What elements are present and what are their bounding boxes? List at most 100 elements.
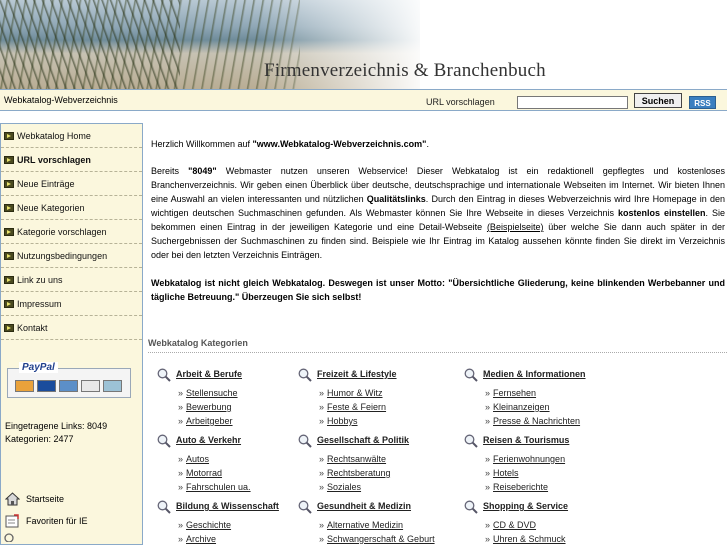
arrow-glyph: » bbox=[178, 388, 184, 398]
motto-text: Webkatalog ist nicht gleich Webkatalog. … bbox=[151, 278, 725, 302]
subcategory-item: » Feste & Feiern bbox=[319, 400, 386, 414]
subcategory-link[interactable]: Ferienwohnungen bbox=[493, 454, 565, 464]
subcategory-list: » Geschichte » Archive bbox=[178, 518, 231, 545]
magnifier-icon bbox=[157, 368, 171, 382]
subcategory-list: » Autos » Motorrad » Fahrschulen ua. bbox=[178, 452, 251, 494]
subcategory-link[interactable]: Presse & Nachrichten bbox=[493, 416, 580, 426]
subcategory-link[interactable]: Arbeitgeber bbox=[186, 416, 233, 426]
magnifier-icon bbox=[298, 434, 312, 448]
category-title[interactable]: Arbeit & Berufe bbox=[176, 369, 242, 379]
subcategory-link[interactable]: Uhren & Schmuck bbox=[493, 534, 566, 544]
subcategory-item: » Reiseberichte bbox=[485, 480, 565, 494]
sidebar-item-label: Nutzungsbedingungen bbox=[17, 250, 108, 261]
sidebar-item-neue-eintraege[interactable]: Neue Einträge bbox=[1, 172, 142, 196]
subcategory-list: » Fernsehen » Kleinanzeigen » Presse & Nach… bbox=[485, 386, 580, 428]
sidebar-item-nutzungsbedingungen[interactable]: Nutzungsbedingungen bbox=[1, 244, 142, 268]
subcategory-link[interactable]: Autos bbox=[186, 454, 209, 464]
arrow-glyph: » bbox=[178, 416, 184, 426]
subcategory-item: » Rechtsanwälte bbox=[319, 452, 391, 466]
subcategory-link[interactable]: Motorrad bbox=[186, 468, 222, 478]
subcategory-item: » Archive bbox=[178, 532, 231, 545]
category-title[interactable]: Gesellschaft & Politik bbox=[317, 435, 409, 445]
sidebar-item-neue-kategorien[interactable]: Neue Kategorien bbox=[1, 196, 142, 220]
sidebar-item-impressum[interactable]: Impressum bbox=[1, 292, 142, 316]
subcategory-link[interactable]: CD & DVD bbox=[493, 520, 536, 530]
subcategory-item: » CD & DVD bbox=[485, 518, 566, 532]
subcategory-list: » Rechtsanwälte » Rechtsberatung » Soziales bbox=[319, 452, 391, 494]
welcome-text: Herzlich Willkommen auf "www.Webkatalog-… bbox=[151, 139, 727, 149]
arrow-bullet-icon bbox=[4, 275, 14, 284]
subcategory-link[interactable]: Soziales bbox=[327, 482, 361, 492]
arrow-glyph: » bbox=[319, 534, 325, 544]
subcategory-item: » Schwangerschaft & Geburt bbox=[319, 532, 435, 545]
subcategory-link[interactable]: Geschichte bbox=[186, 520, 231, 530]
subcategory-link[interactable]: Kleinanzeigen bbox=[493, 402, 550, 412]
amex-icon bbox=[59, 380, 78, 392]
arrow-glyph: » bbox=[319, 520, 325, 530]
paypal-badge[interactable]: PayPal bbox=[7, 362, 131, 398]
visa-icon bbox=[37, 380, 56, 392]
arrow-glyph: » bbox=[319, 468, 325, 478]
stats-links: Eingetragene Links: 8049 bbox=[5, 421, 108, 431]
subcategory-item: » Stellensuche bbox=[178, 386, 238, 400]
sidebar-item-home[interactable]: Webkatalog Home bbox=[1, 124, 142, 148]
subcategory-link[interactable]: Rechtsberatung bbox=[327, 468, 391, 478]
subcategory-link[interactable]: Hotels bbox=[493, 468, 519, 478]
sidebar-item-url-vorschlagen[interactable]: URL vorschlagen bbox=[1, 148, 142, 172]
arrow-glyph: » bbox=[178, 468, 184, 478]
grass-overlay-2 bbox=[0, 0, 180, 89]
intro-bold: kostenlos einstellen bbox=[618, 208, 706, 218]
intro-count: "8049" bbox=[188, 166, 217, 176]
startseite-link[interactable]: Startseite bbox=[5, 488, 142, 510]
beispielseite-link[interactable]: (Beispielseite) bbox=[487, 222, 544, 232]
category-title[interactable]: Medien & Informationen bbox=[483, 369, 586, 379]
sidebar-item-kontakt[interactable]: Kontakt bbox=[1, 316, 142, 340]
subcategory-link[interactable]: Stellensuche bbox=[186, 388, 238, 398]
subcategory-link[interactable]: Fernsehen bbox=[493, 388, 536, 398]
subcategory-list: » Ferienwohnungen » Hotels » Reiseberichte bbox=[485, 452, 565, 494]
arrow-glyph: » bbox=[319, 482, 325, 492]
category-title[interactable]: Auto & Verkehr bbox=[176, 435, 241, 445]
arrow-glyph: » bbox=[485, 534, 491, 544]
subcategory-link[interactable]: Feste & Feiern bbox=[327, 402, 386, 412]
subcategory-link[interactable]: Archive bbox=[186, 534, 216, 544]
category-title[interactable]: Shopping & Service bbox=[483, 501, 568, 511]
sidebar-item-link-zu-uns[interactable]: Link zu uns bbox=[1, 268, 142, 292]
welcome-prefix: Herzlich Willkommen auf bbox=[151, 139, 253, 149]
category-title[interactable]: Gesundheit & Medizin bbox=[317, 501, 411, 511]
category-title[interactable]: Freizeit & Lifestyle bbox=[317, 369, 397, 379]
subcategory-item: » Fernsehen bbox=[485, 386, 580, 400]
subcategory-link[interactable]: Reiseberichte bbox=[493, 482, 548, 492]
category-block: Shopping & Service » CD & DVD » Uhren & Sc… bbox=[458, 498, 608, 545]
suggest-url-link[interactable]: URL vorschlagen bbox=[426, 97, 495, 107]
subcategory-link[interactable]: Humor & Witz bbox=[327, 388, 383, 398]
sidebar-item-label: Kategorie vorschlagen bbox=[17, 226, 107, 237]
subcategory-link[interactable]: Alternative Medizin bbox=[327, 520, 403, 530]
subcategory-link[interactable]: Bewerbung bbox=[186, 402, 232, 412]
category-title[interactable]: Bildung & Wissenschaft bbox=[176, 501, 279, 511]
arrow-bullet-icon bbox=[4, 323, 14, 332]
search-bar: Webkatalog-Webverzeichnis URL vorschlage… bbox=[0, 89, 727, 111]
sidebar-item-kategorie-vorschlagen[interactable]: Kategorie vorschlagen bbox=[1, 220, 142, 244]
category-block: Arbeit & Berufe » Stellensuche » Bewerbung… bbox=[151, 366, 301, 432]
search-button[interactable]: Suchen bbox=[634, 93, 682, 108]
subcategory-link[interactable]: Schwangerschaft & Geburt bbox=[327, 534, 435, 544]
subcategory-item: » Ferienwohnungen bbox=[485, 452, 565, 466]
favoriten-label: Favoriten für IE bbox=[26, 516, 88, 526]
category-block: Auto & Verkehr » Autos » Motorrad » Fahrsch… bbox=[151, 432, 301, 498]
subcategory-list: » Alternative Medizin » Schwangerschaft & … bbox=[319, 518, 435, 545]
favoriten-link[interactable]: Favoriten für IE bbox=[5, 510, 142, 532]
stats-categories: Kategorien: 2477 bbox=[5, 434, 74, 444]
subcategory-item: » Uhren & Schmuck bbox=[485, 532, 566, 545]
subcategory-link[interactable]: Rechtsanwälte bbox=[327, 454, 386, 464]
magnifier-icon bbox=[464, 368, 478, 382]
arrow-bullet-icon bbox=[4, 251, 14, 260]
category-title[interactable]: Reisen & Tourismus bbox=[483, 435, 569, 445]
subcategory-link[interactable]: Hobbys bbox=[327, 416, 358, 426]
arrow-glyph: » bbox=[485, 482, 491, 492]
subcategory-link[interactable]: Fahrschulen ua. bbox=[186, 482, 251, 492]
search-input[interactable] bbox=[517, 96, 628, 109]
category-block: Bildung & Wissenschaft » Geschichte » Arch… bbox=[151, 498, 301, 545]
category-column: Arbeit & Berufe » Stellensuche » Bewerbung… bbox=[151, 366, 301, 545]
rss-icon[interactable]: RSS bbox=[689, 96, 716, 109]
